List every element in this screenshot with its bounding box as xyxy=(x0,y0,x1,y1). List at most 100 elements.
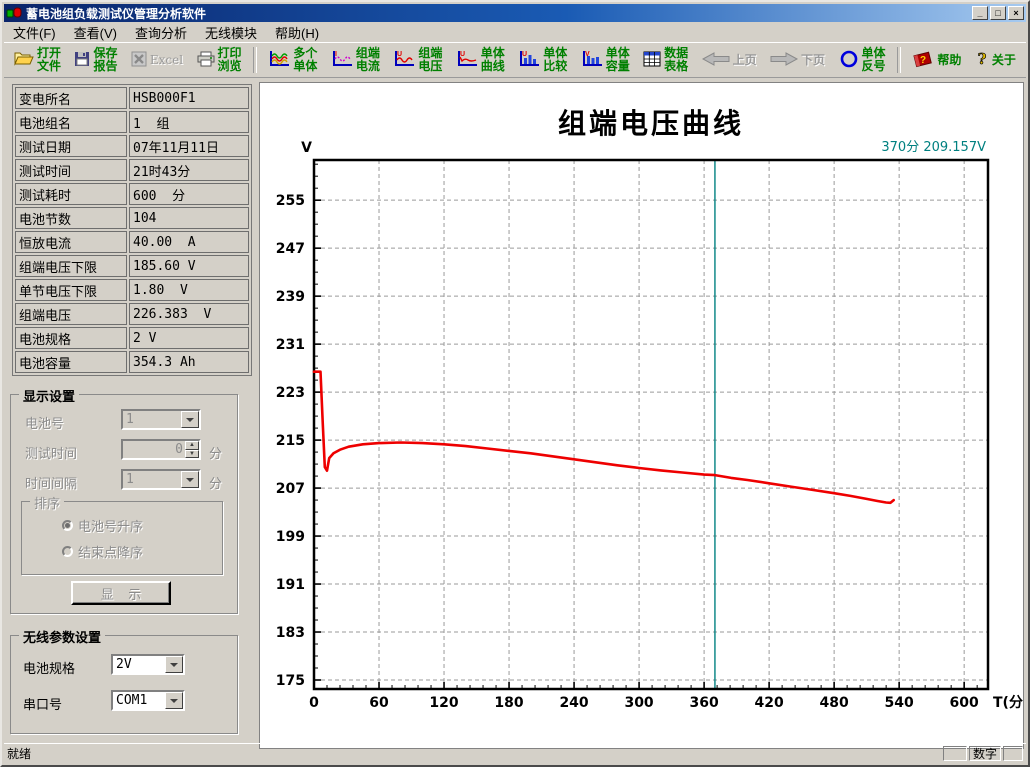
spin-up-icon[interactable]: ▲ xyxy=(185,441,199,450)
toolbar-group-voltage[interactable]: U 组端电压 xyxy=(391,45,444,75)
dropdown-arrow-icon[interactable] xyxy=(165,656,183,673)
group-current-chart-icon: I xyxy=(331,50,353,70)
toolbar-excel[interactable]: Excel xyxy=(129,45,185,75)
info-value: 354.3 Ah xyxy=(129,351,249,373)
menu-wireless-module[interactable]: 无线模块 xyxy=(196,21,266,44)
svg-text:420: 420 xyxy=(754,695,783,711)
radio-icon xyxy=(62,520,73,531)
svg-text:300: 300 xyxy=(624,695,653,711)
info-value: HSB000F1 xyxy=(129,87,249,109)
toolbar-cell-curve[interactable]: U 单体曲线 xyxy=(454,45,507,75)
toolbar-save-report[interactable]: 保存报告 xyxy=(72,45,119,75)
toolbar-multi-cell[interactable]: 多个单体 xyxy=(266,45,319,75)
prev-page-arrow-icon xyxy=(702,51,730,70)
svg-text:U: U xyxy=(522,51,527,58)
battery-spec-label: 电池规格 xyxy=(23,658,75,677)
info-value: 1 组 xyxy=(129,111,249,133)
svg-text:V: V xyxy=(301,140,312,156)
battery-no-label: 电池号 xyxy=(25,413,64,432)
info-label: 组端电压下限 xyxy=(15,255,127,277)
info-label: 测试耗时 xyxy=(15,183,127,205)
interval-dropdown[interactable]: 1 xyxy=(121,469,201,490)
toolbar-separator xyxy=(897,47,901,73)
com-port-dropdown[interactable]: COM1 xyxy=(111,690,185,711)
window-title: 蓄电池组负载测试仪管理分析软件 xyxy=(26,5,206,22)
menu-query-analysis[interactable]: 查询分析 xyxy=(126,21,196,44)
minimize-button[interactable]: _ xyxy=(972,6,988,20)
app-window: 蓄电池组负载测试仪管理分析软件 _ □ × 文件(F) 查看(V) 查询分析 无… xyxy=(0,0,1030,767)
display-settings-group: 显示设置 电池号 1 测试时间 0 ▲ ▼ 分 时间间隔 1 分 排序 电池号升… xyxy=(10,394,238,614)
table-row: 测试耗时600 分 xyxy=(15,183,249,205)
table-row: 电池规格2 V xyxy=(15,327,249,349)
info-label: 单节电压下限 xyxy=(15,279,127,301)
info-label: 变电所名 xyxy=(15,87,127,109)
group-voltage-chart-icon: U xyxy=(393,50,415,70)
svg-text:191: 191 xyxy=(276,577,305,593)
info-value: 185.60 V xyxy=(129,255,249,277)
svg-text:180: 180 xyxy=(494,695,523,711)
cell-curve-chart-icon: U xyxy=(456,50,478,70)
svg-text:360: 360 xyxy=(689,695,718,711)
svg-text:组端电压曲线: 组端电压曲线 xyxy=(558,107,744,140)
toolbar-print-preview[interactable]: 打印浏览 xyxy=(195,45,244,75)
svg-text:240: 240 xyxy=(559,695,588,711)
toolbar: 打开文件 保存报告 Excel xyxy=(4,42,1026,78)
dropdown-arrow-icon[interactable] xyxy=(181,411,199,428)
info-label: 组端电压 xyxy=(15,303,127,325)
com-port-label: 串口号 xyxy=(23,694,62,713)
toolbar-prev-page[interactable]: 上页 xyxy=(700,45,759,75)
svg-text:215: 215 xyxy=(276,433,305,449)
table-row: 电池组名1 组 xyxy=(15,111,249,133)
test-time-unit: 分 xyxy=(209,443,222,462)
info-value: 600 分 xyxy=(129,183,249,205)
test-time-spinner[interactable]: 0 ▲ ▼ xyxy=(121,439,201,460)
sort-ascending-radio[interactable]: 电池号升序 xyxy=(62,516,143,535)
toolbar-about[interactable]: ? 关于 xyxy=(973,45,1018,75)
test-time-label: 测试时间 xyxy=(25,443,77,462)
maximize-button[interactable]: □ xyxy=(990,6,1006,20)
status-pane xyxy=(943,746,967,761)
excel-icon xyxy=(131,51,147,70)
toolbar-group-current[interactable]: I 组端电流 xyxy=(329,45,382,75)
svg-text:60: 60 xyxy=(369,695,389,711)
show-button[interactable]: 显 示 xyxy=(71,581,171,605)
info-label: 恒放电流 xyxy=(15,231,127,253)
cell-compare-chart-icon: U xyxy=(518,50,540,70)
toolbar-reverse-sign[interactable]: 单体反号 xyxy=(837,45,888,75)
battery-no-dropdown[interactable]: 1 xyxy=(121,409,201,430)
toolbar-data-table[interactable]: 数据表格 xyxy=(641,45,690,75)
svg-text:?: ? xyxy=(920,55,926,66)
sort-descending-radio[interactable]: 结束点降序 xyxy=(62,542,143,561)
titlebar: 蓄电池组负载测试仪管理分析软件 _ □ × xyxy=(4,4,1026,22)
info-label: 电池容量 xyxy=(15,351,127,373)
menubar: 文件(F) 查看(V) 查询分析 无线模块 帮助(H) xyxy=(4,22,1026,42)
help-book-icon: ? xyxy=(912,50,934,71)
svg-text:247: 247 xyxy=(276,241,305,257)
battery-spec-dropdown[interactable]: 2V xyxy=(111,654,185,675)
svg-text:120: 120 xyxy=(429,695,458,711)
display-settings-title: 显示设置 xyxy=(19,386,79,405)
toolbar-help[interactable]: ? 帮助 xyxy=(910,45,963,75)
toolbar-open-file[interactable]: 打开文件 xyxy=(12,45,63,75)
table-row: 组端电压226.383 V xyxy=(15,303,249,325)
toolbar-cell-capacity[interactable]: V 单体容量 xyxy=(579,45,632,75)
close-button[interactable]: × xyxy=(1008,6,1024,20)
table-row: 电池节数104 xyxy=(15,207,249,229)
menu-help[interactable]: 帮助(H) xyxy=(266,21,328,44)
info-label: 电池规格 xyxy=(15,327,127,349)
menu-view[interactable]: 查看(V) xyxy=(65,21,126,44)
chart-panel: 0601201802403003604204805406001751831911… xyxy=(259,82,1024,749)
toolbar-cell-compare[interactable]: U 单体比较 xyxy=(516,45,569,75)
table-row: 电池容量354.3 Ah xyxy=(15,351,249,373)
battery-info-table: 变电所名HSB000F1 电池组名1 组 测试日期07年11月11日 测试时间2… xyxy=(12,84,252,376)
dropdown-arrow-icon[interactable] xyxy=(181,471,199,488)
dropdown-arrow-icon[interactable] xyxy=(165,692,183,709)
menu-file[interactable]: 文件(F) xyxy=(4,21,65,44)
spin-down-icon[interactable]: ▼ xyxy=(185,450,199,459)
app-icon xyxy=(6,6,22,20)
svg-text:540: 540 xyxy=(885,695,914,711)
info-value: 1.80 V xyxy=(129,279,249,301)
sort-group: 排序 电池号升序 结束点降序 xyxy=(21,501,223,575)
wireless-settings-group: 无线参数设置 电池规格 2V 串口号 COM1 xyxy=(10,635,238,734)
toolbar-next-page[interactable]: 下页 xyxy=(768,45,827,75)
